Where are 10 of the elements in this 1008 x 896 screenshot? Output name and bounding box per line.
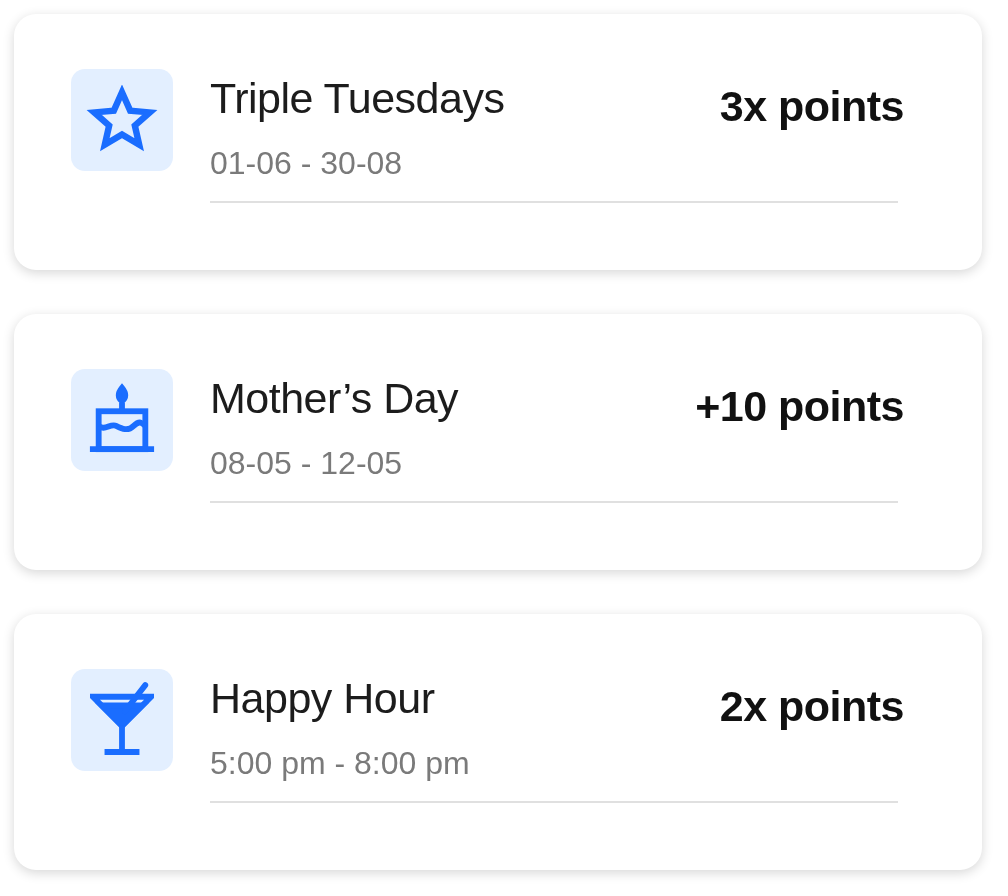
promotion-title: Triple Tuesdays — [210, 75, 505, 123]
promotion-period: 08-05 - 12-05 — [210, 444, 404, 483]
promotion-title: Mother’s Day — [210, 375, 459, 423]
promotion-period: 5:00 pm - 8:00 pm — [210, 744, 471, 783]
reward-text: 3x points — [719, 83, 904, 131]
cocktail-glass-icon — [90, 682, 154, 758]
promotion-title: Happy Hour — [210, 675, 435, 723]
reward-text: 2x points — [719, 683, 904, 731]
promotion-period: 01-06 - 30-08 — [210, 144, 404, 183]
reward-text: +10 points — [695, 383, 904, 431]
